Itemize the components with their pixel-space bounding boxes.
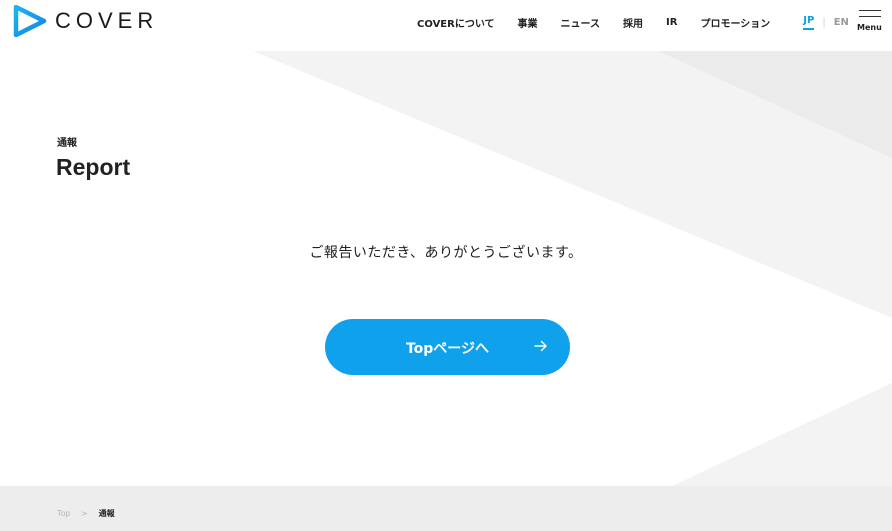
main-nav: COVERについて 事業 ニュース 採用 IR プロモーション JP | EN (417, 15, 849, 30)
menu-button[interactable]: Menu (857, 10, 883, 34)
play-triangle-logo-icon (13, 5, 47, 37)
breadcrumb-bar: Top > 通報 (0, 486, 892, 531)
nav-item-recruit[interactable]: 採用 (623, 15, 643, 30)
nav-item-about[interactable]: COVERについて (417, 15, 495, 30)
page-subtitle: 通報 (57, 138, 77, 149)
language-switcher: JP | EN (803, 15, 849, 30)
logo[interactable]: COVER (13, 5, 158, 37)
lang-en-link[interactable]: EN (834, 17, 849, 28)
breadcrumb: Top > 通報 (57, 508, 115, 519)
site-header: COVER COVERについて 事業 ニュース 採用 IR プロモーション JP… (0, 0, 892, 46)
thank-you-message: ご報告いただき、ありがとうございます。 (309, 245, 583, 261)
hamburger-menu-icon (857, 10, 883, 17)
nav-item-news[interactable]: ニュース (561, 15, 601, 30)
nav-item-ir[interactable]: IR (666, 17, 677, 28)
nav-item-promotion[interactable]: プロモーション (700, 15, 770, 30)
breadcrumb-separator: > (80, 509, 88, 518)
lang-jp-link[interactable]: JP (803, 15, 815, 30)
arrow-right-icon (534, 340, 547, 352)
breadcrumb-top-link[interactable]: Top (57, 509, 70, 518)
menu-label: Menu (857, 23, 882, 32)
breadcrumb-current: 通報 (98, 509, 115, 518)
nav-item-business[interactable]: 事業 (518, 15, 538, 30)
back-to-top-button[interactable]: Topページへ (325, 319, 570, 375)
main-content: 通報 Report ご報告いただき、ありがとうございます。 Topページへ (0, 46, 892, 486)
lang-separator: | (822, 17, 826, 28)
logo-text: COVER (55, 8, 159, 33)
page-title: Report (56, 154, 131, 180)
